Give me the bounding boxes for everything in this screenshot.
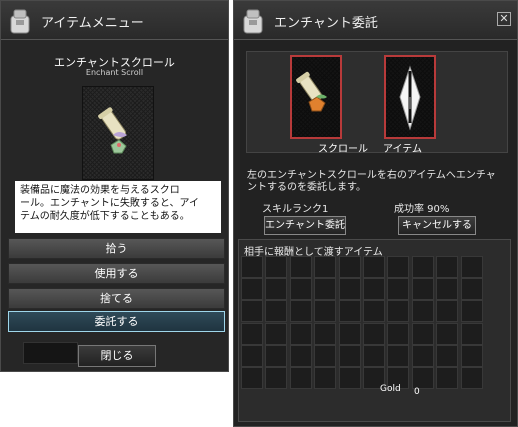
cancel-button[interactable]: キャンセルする bbox=[398, 216, 476, 235]
item-label: アイテム bbox=[383, 144, 422, 155]
reward-grid-cell[interactable] bbox=[436, 300, 459, 323]
reward-grid-cell[interactable] bbox=[460, 344, 483, 367]
enchant-title: エンチャント委託 bbox=[274, 16, 378, 31]
reward-grid-cell[interactable] bbox=[241, 367, 263, 389]
reward-grid-cell[interactable] bbox=[265, 322, 288, 345]
consign-button[interactable]: 委託する bbox=[8, 311, 225, 332]
reward-grid-cell[interactable] bbox=[411, 367, 434, 389]
reward-grid-cell[interactable] bbox=[265, 256, 288, 278]
reward-grid-cell[interactable] bbox=[289, 300, 312, 323]
reward-grid-cell[interactable] bbox=[460, 278, 483, 301]
enchant-bag-icon bbox=[243, 9, 263, 34]
reward-grid-cell[interactable] bbox=[314, 256, 337, 278]
close-icon[interactable]: ✕ bbox=[497, 12, 511, 26]
reward-grid-cell[interactable] bbox=[314, 344, 337, 367]
reward-grid-cell[interactable] bbox=[411, 322, 434, 345]
success-rate: 成功率 90% bbox=[394, 204, 450, 215]
reward-grid-cell[interactable] bbox=[387, 256, 410, 278]
gold-label: Gold bbox=[380, 384, 401, 394]
item-menu-title: アイテムメニュー bbox=[41, 16, 144, 31]
reward-grid-cell[interactable] bbox=[265, 300, 288, 323]
item-slot[interactable] bbox=[384, 55, 436, 139]
use-button[interactable]: 使用する bbox=[8, 263, 225, 284]
reward-grid-cell[interactable] bbox=[387, 300, 410, 323]
reward-grid-cell[interactable] bbox=[436, 344, 459, 367]
item-menu-titlebar[interactable]: アイテムメニュー bbox=[1, 1, 228, 40]
item-menu-window: アイテムメニュー エンチャントスクロール Enchant Scroll 装備品に… bbox=[0, 0, 229, 372]
reward-grid-cell[interactable] bbox=[460, 300, 483, 323]
reward-grid-cell[interactable] bbox=[363, 300, 385, 323]
reward-grid-cell[interactable] bbox=[289, 367, 312, 389]
scroll-slot[interactable] bbox=[290, 55, 342, 139]
enchant-slot-panel bbox=[246, 51, 508, 153]
reward-grid-cell[interactable] bbox=[460, 256, 483, 278]
lance-icon bbox=[399, 65, 421, 131]
item-description: 装備品に魔法の効果を与えるスクロ ール。エンチャントに失敗すると、アイ テムの耐… bbox=[15, 181, 221, 233]
reward-grid-cell[interactable] bbox=[289, 256, 312, 278]
reward-grid-cell[interactable] bbox=[289, 322, 312, 345]
reward-grid-cell[interactable] bbox=[411, 256, 434, 278]
reward-grid-cell[interactable] bbox=[241, 256, 263, 278]
reward-grid-cell[interactable] bbox=[338, 256, 361, 278]
close-button[interactable]: 閉じる bbox=[78, 345, 156, 367]
reward-item-grid bbox=[241, 256, 486, 390]
gold-value: 0 bbox=[414, 387, 420, 397]
reward-grid-cell[interactable] bbox=[460, 322, 483, 345]
enchant-scroll-icon bbox=[98, 107, 127, 154]
reward-grid-cell[interactable] bbox=[265, 278, 288, 301]
reward-grid-cell[interactable] bbox=[314, 322, 337, 345]
reward-grid-cell[interactable] bbox=[338, 300, 361, 323]
reward-grid-cell[interactable] bbox=[363, 278, 385, 301]
item-name-en: Enchant Scroll bbox=[85, 68, 144, 77]
enchant-scroll-icon bbox=[296, 71, 327, 112]
reward-grid-cell[interactable] bbox=[265, 344, 288, 367]
reward-grid-cell[interactable] bbox=[436, 367, 459, 389]
reward-grid-cell[interactable] bbox=[411, 344, 434, 367]
reward-grid-cell[interactable] bbox=[363, 344, 385, 367]
reward-grid-cell[interactable] bbox=[338, 344, 361, 367]
reward-grid-cell[interactable] bbox=[387, 322, 410, 345]
reward-grid-cell[interactable] bbox=[436, 278, 459, 301]
reward-grid-cell[interactable] bbox=[265, 367, 288, 389]
reward-grid-cell[interactable] bbox=[241, 322, 263, 345]
enchant-consign-window: エンチャント委託 ✕ スクロール アイテム 左のエンチャントスクロールを右のアイ… bbox=[233, 0, 518, 427]
enchant-info: 左のエンチャントスクロールを右のアイテムへエンチャントするのを委託します。 bbox=[247, 170, 496, 193]
reward-grid-cell[interactable] bbox=[411, 278, 434, 301]
reward-grid-cell[interactable] bbox=[241, 344, 263, 367]
menu-bag-icon bbox=[10, 9, 30, 34]
reward-grid-cell[interactable] bbox=[241, 278, 263, 301]
reward-grid-cell[interactable] bbox=[338, 322, 361, 345]
reward-grid-cell[interactable] bbox=[289, 344, 312, 367]
reward-grid-cell[interactable] bbox=[314, 367, 337, 389]
reward-panel: 相手に報酬として渡すアイテム Gold 0 bbox=[238, 239, 511, 422]
reward-grid-cell[interactable] bbox=[314, 278, 337, 301]
reward-grid-cell[interactable] bbox=[289, 278, 312, 301]
item-image-frame bbox=[82, 86, 154, 180]
reward-grid-cell[interactable] bbox=[363, 322, 385, 345]
reward-grid-cell[interactable] bbox=[363, 256, 385, 278]
reward-grid-cell[interactable] bbox=[338, 278, 361, 301]
reward-grid-cell[interactable] bbox=[387, 344, 410, 367]
enchant-titlebar[interactable]: エンチャント委託 ✕ bbox=[234, 1, 517, 40]
reward-grid-cell[interactable] bbox=[411, 300, 434, 323]
reward-grid-cell[interactable] bbox=[460, 367, 483, 389]
scroll-label: スクロール bbox=[318, 144, 368, 155]
bottom-empty-field bbox=[23, 342, 78, 364]
reward-grid-cell[interactable] bbox=[387, 278, 410, 301]
discard-button[interactable]: 捨てる bbox=[8, 288, 225, 309]
reward-grid-cell[interactable] bbox=[241, 300, 263, 323]
pick-up-button[interactable]: 拾う bbox=[8, 238, 225, 259]
skill-rank: スキルランク1 bbox=[262, 204, 329, 215]
enchant-consign-button[interactable]: エンチャント委託 bbox=[264, 216, 346, 235]
reward-grid-cell[interactable] bbox=[436, 322, 459, 345]
reward-grid-cell[interactable] bbox=[436, 256, 459, 278]
reward-grid-cell[interactable] bbox=[338, 367, 361, 389]
reward-grid-cell[interactable] bbox=[314, 300, 337, 323]
